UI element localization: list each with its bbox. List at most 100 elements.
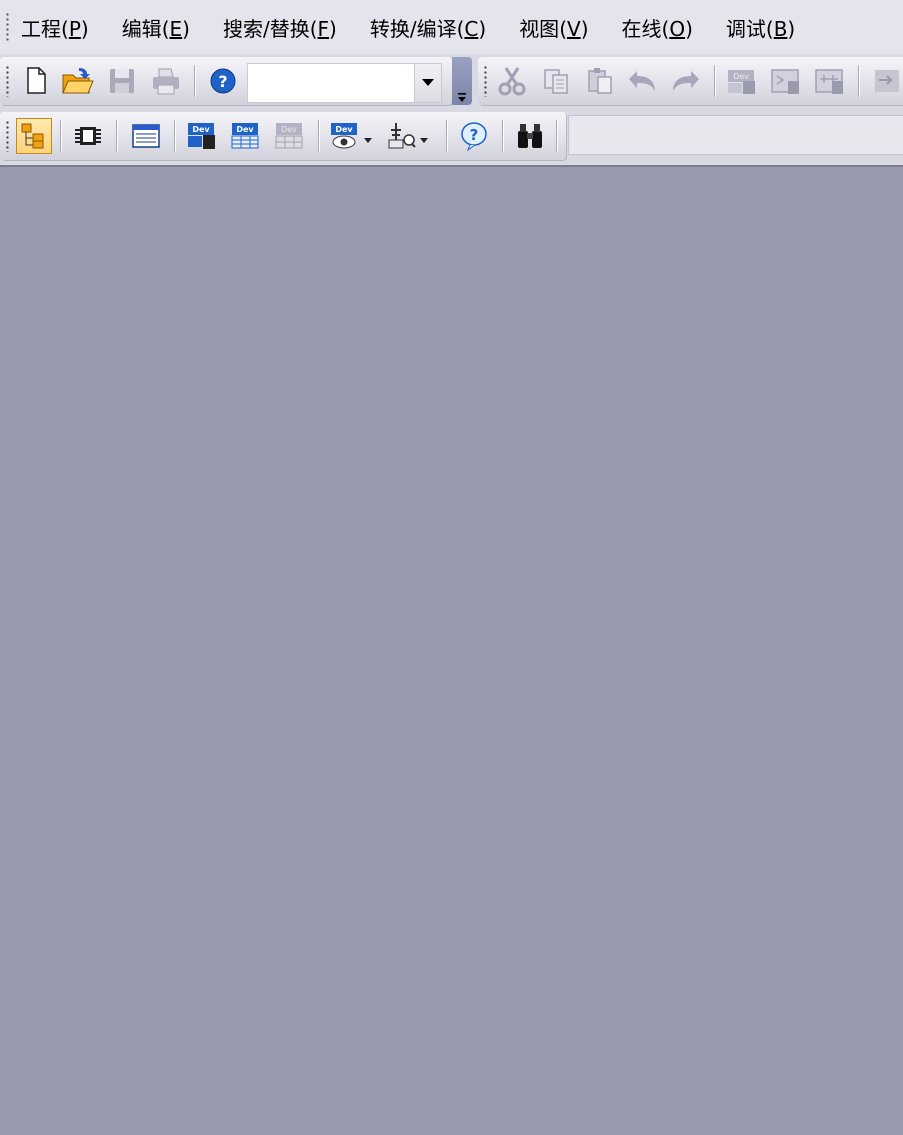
toolbar-separator (502, 120, 503, 152)
toolbar-row-1: ? Dev (0, 54, 903, 109)
menu-edit-key: E (169, 16, 183, 41)
toolbar-row-2: Dev Dev Dev Dev ? (0, 109, 903, 165)
menu-search-replace-key: F (317, 16, 330, 41)
toolbar-separator (174, 120, 175, 152)
standard-toolbar-grip[interactable] (6, 65, 9, 97)
menu-project-key: P (68, 16, 81, 41)
toolbar-separator (714, 65, 715, 97)
list-view-icon (132, 124, 160, 148)
svg-text:Dev: Dev (192, 125, 210, 134)
workspace-area (0, 167, 903, 1135)
svg-text:Dev: Dev (335, 125, 353, 134)
overflow-chevron-icon (458, 93, 466, 102)
list-view-button[interactable] (128, 118, 164, 154)
menu-project[interactable]: 工程(P) (21, 13, 89, 42)
new-file-button[interactable] (18, 63, 54, 99)
device-batch-blue-button[interactable]: Dev (184, 118, 220, 154)
device-search-button[interactable] (384, 118, 430, 154)
svg-text:?: ? (470, 126, 479, 144)
device-watch-icon: Dev (331, 123, 372, 149)
app-window: 工程(P) 编辑(E) 搜索/替换(F) 转换/编译(C) 视图(V) 在线(O… (0, 0, 903, 1135)
svg-text:?: ? (218, 72, 227, 91)
menu-view[interactable]: 视图(V) (519, 13, 588, 42)
menu-online-key: O (669, 16, 686, 41)
menu-grip[interactable] (6, 12, 9, 42)
transfer-button[interactable] (868, 63, 903, 99)
redo-button[interactable] (668, 63, 704, 99)
toolbar-separator (446, 120, 447, 152)
device-watch-button[interactable]: Dev (328, 118, 374, 154)
save-icon (110, 69, 134, 93)
project-tree-icon (21, 123, 44, 149)
device-grey-button[interactable]: Dev (272, 118, 308, 154)
device-table-button[interactable]: Dev (228, 118, 264, 154)
chevron-down-icon (422, 79, 434, 86)
open-folder-icon (62, 68, 94, 94)
device-table-icon: Dev (231, 123, 259, 149)
new-file-icon (27, 67, 46, 94)
menu-project-label: 工程 (21, 16, 61, 41)
project-combo-dropdown[interactable] (414, 64, 441, 102)
undo-button[interactable] (624, 63, 660, 99)
menu-convert-compile[interactable]: 转换/编译(C) (370, 13, 486, 42)
device-compare-button[interactable] (812, 63, 848, 99)
cut-button[interactable] (494, 63, 530, 99)
menu-convert-compile-key: C (464, 16, 479, 41)
undo-icon (629, 71, 655, 91)
toolbar-separator (194, 65, 195, 97)
device-batch-blue-icon: Dev (188, 123, 215, 149)
standard-toolbar: ? (0, 57, 452, 105)
view-toolbar-grip[interactable] (6, 120, 9, 152)
device-compare-icon (815, 69, 843, 94)
edit-toolbar-grip[interactable] (484, 65, 487, 97)
device-search-icon (388, 123, 428, 149)
paste-button[interactable] (582, 63, 618, 99)
module-icon (75, 127, 101, 145)
toolbar-separator (858, 65, 859, 97)
open-button[interactable] (60, 63, 96, 99)
menu-online[interactable]: 在线(O) (622, 13, 693, 42)
toolbar-separator (556, 120, 557, 152)
redo-icon (673, 71, 699, 91)
paste-icon (588, 68, 612, 94)
menu-bar: 工程(P) 编辑(E) 搜索/替换(F) 转换/编译(C) 视图(V) 在线(O… (0, 0, 903, 54)
help-question-button[interactable]: ? (456, 118, 492, 154)
menu-search-replace[interactable]: 搜索/替换(F) (223, 13, 337, 42)
print-button[interactable] (148, 63, 184, 99)
toolbar-overflow-button[interactable] (452, 57, 472, 105)
copy-button[interactable] (538, 63, 574, 99)
svg-text:Dev: Dev (733, 72, 749, 81)
find-button[interactable] (512, 118, 548, 154)
search-input[interactable] (568, 115, 903, 155)
menu-view-key: V (567, 16, 581, 41)
print-icon (153, 68, 179, 95)
help-button[interactable]: ? (205, 63, 241, 99)
view-toolbar: Dev Dev Dev Dev ? (0, 112, 566, 160)
menu-search-replace-label: 搜索/替换 (222, 16, 310, 41)
edit-toolbar: Dev (478, 57, 903, 105)
module-button[interactable] (70, 118, 106, 154)
svg-text:Dev: Dev (236, 125, 254, 134)
project-tree-button[interactable] (16, 118, 52, 154)
device-monitor-button[interactable] (768, 63, 804, 99)
toolbar-separator (60, 120, 61, 152)
menu-online-label: 在线 (621, 16, 662, 41)
help-question-icon: ? (461, 122, 487, 152)
save-button[interactable] (104, 63, 140, 99)
cut-icon (498, 67, 526, 96)
menu-debug-label: 调试 (725, 16, 766, 41)
project-combo[interactable] (247, 63, 442, 103)
menu-edit[interactable]: 编辑(E) (122, 13, 190, 42)
device-batch-button[interactable]: Dev (724, 63, 760, 99)
find-binoculars-icon (518, 124, 542, 148)
menu-edit-label: 编辑 (121, 16, 162, 41)
menu-view-label: 视图 (519, 16, 560, 41)
help-icon: ? (210, 68, 236, 94)
toolbar-separator (318, 120, 319, 152)
menu-debug-key: B (773, 16, 788, 41)
device-batch-icon: Dev (728, 70, 755, 94)
svg-text:Dev: Dev (281, 125, 297, 134)
menu-debug[interactable]: 调试(B) (726, 13, 795, 42)
transfer-icon (875, 70, 899, 92)
copy-icon (544, 69, 568, 94)
